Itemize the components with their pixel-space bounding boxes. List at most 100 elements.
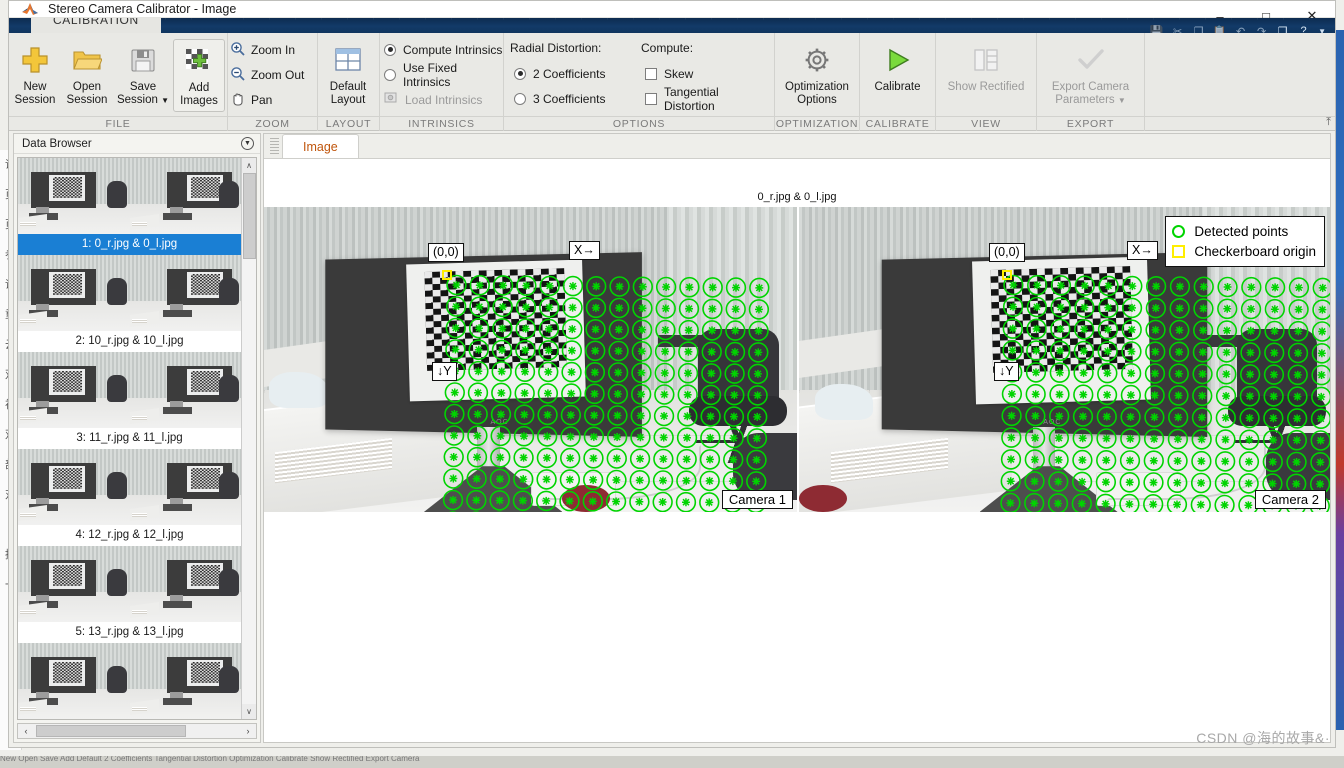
scroll-down-icon[interactable]: ∨ — [241, 704, 256, 719]
pan-button[interactable]: Pan — [228, 87, 278, 112]
save-session-dropdown-arrow[interactable]: ▼ — [161, 96, 169, 105]
compute-section: Compute: Skew Tangential Distortion — [637, 41, 769, 113]
save-session-button[interactable]: Save Session ▼ — [113, 39, 173, 107]
ribbon-tab-strip: CALIBRATION 💾 ✂ ❐ 📋 ↶ ↷ ❐? ▼ — [9, 18, 1335, 33]
list-item[interactable]: 2: 10_r.jpg & 10_l.jpg — [18, 255, 241, 352]
data-browser-list-wrapper: 1: 0_r.jpg & 0_l.jpg 2: 10_r.jpg & 10_l.j… — [17, 157, 257, 720]
hscroll-track[interactable] — [34, 724, 240, 738]
camera2-badge: Camera 2 — [1254, 490, 1326, 509]
help-icon[interactable]: ? — [1294, 21, 1313, 33]
monitor-brand-logo: AOC — [1043, 418, 1062, 426]
thumbnail-left-image — [129, 255, 241, 331]
tab-image[interactable]: Image — [282, 134, 359, 158]
ribbon-group-title-export: EXPORT — [1037, 116, 1144, 131]
list-item[interactable] — [18, 643, 241, 719]
data-browser-header: Data Browser ▼ — [14, 134, 260, 154]
skew-checkbox[interactable]: Skew — [641, 61, 769, 86]
data-browser-list[interactable]: 1: 0_r.jpg & 0_l.jpg 2: 10_r.jpg & 10_l.j… — [18, 158, 241, 719]
data-browser-horizontal-scrollbar[interactable]: ‹ › — [17, 723, 257, 739]
pan-label: Pan — [251, 92, 273, 107]
list-item[interactable]: 5: 13_r.jpg & 13_l.jpg — [18, 546, 241, 643]
image-canvas[interactable]: 0_r.jpg & 0_l.jpg AOC (0,0) X→ ↓Y Camera… — [264, 159, 1330, 742]
quick-access-dropdown-icon[interactable]: ▼ — [1315, 27, 1329, 33]
add-images-button[interactable]: Add Images — [173, 39, 225, 112]
thumbnail-right-image — [18, 643, 130, 719]
list-item[interactable]: 1: 0_r.jpg & 0_l.jpg — [18, 158, 241, 255]
red-object — [562, 484, 611, 512]
optimization-options-label: Optimization Options — [785, 81, 849, 106]
zoom-out-button[interactable]: Zoom Out — [228, 62, 310, 87]
title-bar: Stereo Camera Calibrator - Image – □ ✕ — [9, 1, 1335, 24]
stereo-image-row: AOC (0,0) X→ ↓Y Camera 1 AOC (0,0) X→ ↓Y… — [264, 207, 1330, 512]
list-item-thumbnails — [18, 255, 241, 331]
add-images-label: Add Images — [180, 82, 218, 107]
drag-grip-icon[interactable] — [270, 138, 279, 155]
legend-row-checkerboard-origin: Checkerboard origin — [1172, 241, 1316, 261]
show-rectified-button: Show Rectified — [937, 39, 1035, 94]
open-session-icon — [72, 41, 102, 79]
camera2-view[interactable]: AOC (0,0) X→ ↓Y Camera 2 Detected points… — [797, 207, 1330, 512]
compute-intrinsics-radio[interactable]: Compute Intrinsics — [380, 37, 502, 62]
checkerboard-paper — [972, 256, 1152, 405]
use-fixed-intrinsics-label: Use Fixed Intrinsics — [403, 60, 458, 89]
scroll-thumb[interactable] — [242, 173, 256, 259]
radial-3-coefficients-label: 3 Coefficients — [533, 91, 606, 106]
camera1-view[interactable]: AOC (0,0) X→ ↓Y Camera 1 — [264, 207, 797, 512]
ribbon-group-title-options: OPTIONS — [504, 116, 774, 131]
ribbon-group-intrinsics: Compute Intrinsics Use Fixed Intrinsics … — [379, 33, 503, 131]
monitor-brand-logo: AOC — [490, 418, 509, 426]
ribbon-group-optimization: Optimization Options OPTIMIZATION — [774, 33, 859, 131]
radial-3-coefficients-radio[interactable]: 3 Coefficients — [510, 86, 637, 111]
camera1-y-axis-label: ↓Y — [432, 362, 457, 381]
data-browser-vertical-scrollbar[interactable]: ∧ ∨ — [241, 158, 256, 719]
zoom-in-button[interactable]: Zoom In — [228, 37, 301, 62]
compute-heading: Compute: — [641, 41, 694, 55]
windows-icon[interactable]: ❐ — [1273, 21, 1292, 33]
document-tab-bar: Image — [264, 134, 1330, 159]
tangential-distortion-checkbox[interactable]: Tangential Distortion — [641, 85, 769, 113]
scroll-up-icon[interactable]: ∧ — [241, 158, 256, 173]
ribbon-group-title-optimization: OPTIMIZATION — [775, 116, 859, 130]
camera1-x-axis-label: X→ — [569, 241, 600, 260]
cut-icon: ✂ — [1172, 25, 1183, 33]
ribbon-group-title-zoom: ZOOM — [228, 116, 317, 131]
tab-calibration[interactable]: CALIBRATION — [31, 18, 161, 33]
hscroll-thumb[interactable] — [36, 725, 186, 737]
ribbon-group-options: Radial Distortion: 2 Coefficients 3 Coef… — [503, 33, 774, 131]
default-layout-button[interactable]: Default Layout — [318, 39, 378, 107]
ribbon-group-title-layout: LAYOUT — [318, 116, 379, 131]
use-fixed-intrinsics-radio[interactable]: Use Fixed Intrinsics — [380, 60, 503, 89]
scroll-track[interactable] — [241, 173, 256, 704]
export-camera-parameters-label: Export Camera Parameters ▼ — [1051, 81, 1130, 106]
optimization-options-button[interactable]: Optimization Options — [781, 39, 853, 107]
new-session-button[interactable]: New Session — [9, 39, 61, 107]
open-session-button[interactable]: Open Session — [61, 39, 113, 107]
window-title: Stereo Camera Calibrator - Image — [48, 2, 237, 17]
image-document-panel: Image 0_r.jpg & 0_l.jpg AOC (0,0) X→ ↓Y … — [263, 133, 1331, 743]
main-body: Data Browser ▼ 1: 0_r.jpg & 0_l.jpg 2: 10… — [9, 131, 1335, 747]
radio-indicator — [384, 43, 396, 56]
calibrate-button[interactable]: Calibrate — [862, 39, 934, 94]
scroll-left-icon[interactable]: ‹ — [18, 724, 34, 738]
ribbon-decoration — [9, 18, 1335, 33]
list-item-thumbnails — [18, 449, 241, 525]
radio-indicator — [514, 92, 526, 105]
ribbon-group-title-empty — [1145, 116, 1335, 131]
ribbon-filler — [1144, 33, 1335, 131]
chevron-down-icon[interactable]: ▼ — [241, 137, 254, 150]
radial-2-coefficients-radio[interactable]: 2 Coefficients — [510, 61, 637, 86]
camera2-origin-marker — [1002, 270, 1012, 280]
scroll-right-icon[interactable]: › — [240, 724, 256, 738]
checkerboard-pattern — [990, 265, 1133, 373]
tissue-pack — [814, 383, 874, 421]
ribbon-group-title-file: FILE — [9, 116, 227, 131]
checkerboard-origin-icon — [1172, 244, 1186, 258]
thumbnail-right-image — [18, 546, 130, 622]
list-item-thumbnails — [18, 352, 241, 428]
ribbon-collapse-button[interactable]: ⤒ — [1326, 116, 1331, 129]
checkbox-indicator — [645, 92, 657, 105]
list-item[interactable]: 3: 11_r.jpg & 11_l.jpg — [18, 352, 241, 449]
export-dropdown-arrow: ▼ — [1117, 96, 1126, 105]
list-item[interactable]: 4: 12_r.jpg & 12_l.jpg — [18, 449, 241, 546]
ribbon-group-file: New Session Open Session Save Session ▼ … — [9, 33, 227, 131]
